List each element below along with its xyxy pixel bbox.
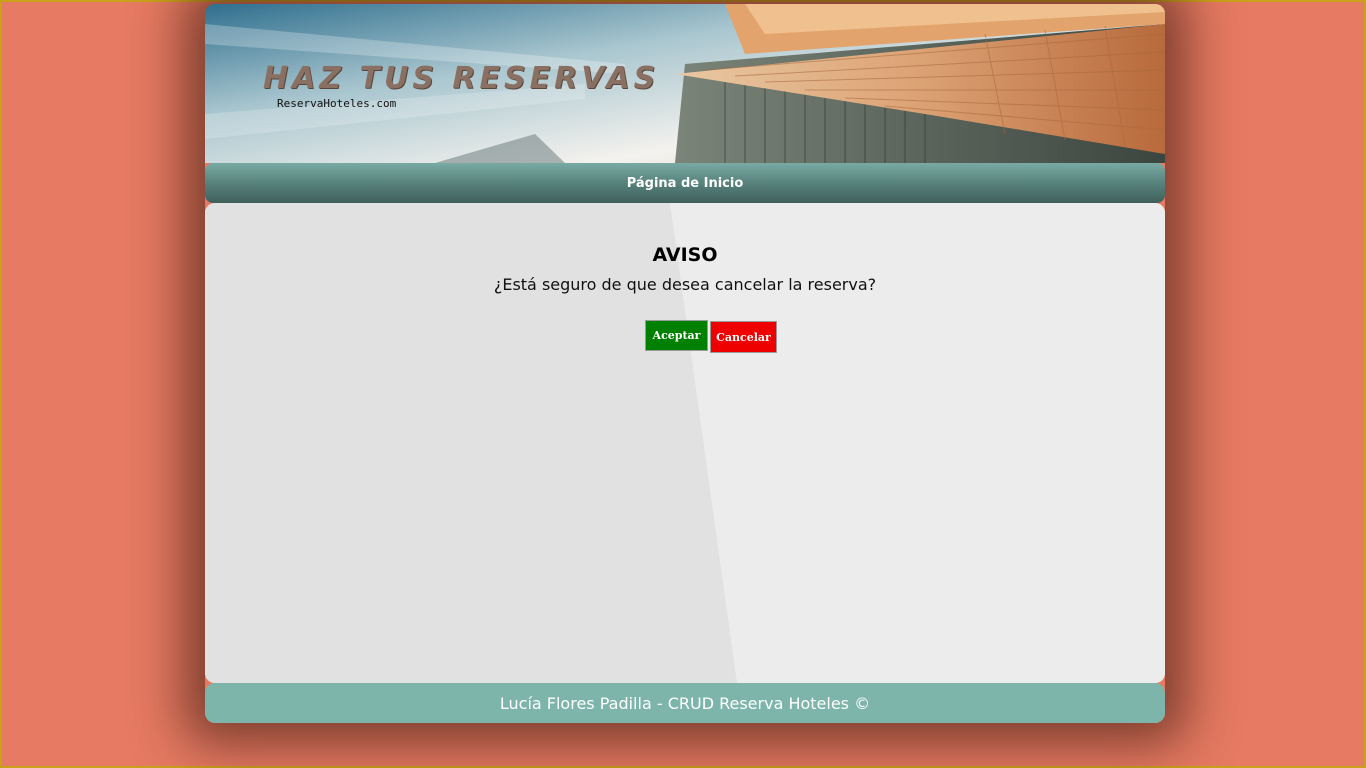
main-nav: Página de Inicio — [205, 163, 1165, 203]
dialog-actions: Aceptar Cancelar — [645, 320, 777, 353]
banner-title: HAZ TUS RESERVAS — [263, 61, 660, 96]
confirm-dialog: AVISO ¿Está seguro de que desea cancelar… — [205, 243, 1165, 295]
dialog-message: ¿Está seguro de que desea cancelar la re… — [493, 275, 877, 294]
accept-button[interactable]: Aceptar — [645, 320, 708, 351]
footer-text: Lucía Flores Padilla - CRUD Reserva Hote… — [499, 693, 871, 713]
dialog-heading: AVISO — [652, 244, 718, 266]
page-wrapper: HAZ TUS RESERVAS ReservaHoteles.com Pági… — [205, 4, 1165, 723]
page-footer: Lucía Flores Padilla - CRUD Reserva Hote… — [205, 683, 1165, 723]
banner-subtitle: ReservaHoteles.com — [277, 97, 397, 110]
main-content: AVISO ¿Está seguro de que desea cancelar… — [205, 203, 1165, 683]
header-banner: HAZ TUS RESERVAS ReservaHoteles.com — [205, 4, 1165, 163]
nav-home-link[interactable]: Página de Inicio — [627, 176, 744, 191]
cancel-button[interactable]: Cancelar — [710, 321, 777, 353]
